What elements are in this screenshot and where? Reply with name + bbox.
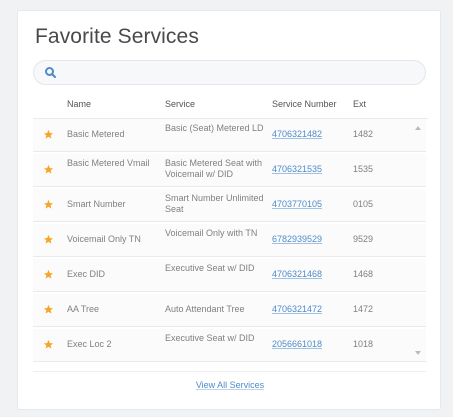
- service-name: AA Tree: [67, 304, 100, 314]
- widget-title: Favorite Services: [35, 25, 199, 48]
- service-name: Exec Loc 2: [67, 339, 112, 349]
- service-name: Voicemail Only TN: [67, 234, 141, 244]
- column-header-ext[interactable]: Ext: [353, 99, 366, 109]
- table-row[interactable]: Voicemail Only TN Voicemail Only with TN…: [33, 224, 426, 257]
- table-row[interactable]: Exec Loc 2 Executive Seat w/ DID 2056661…: [33, 329, 426, 362]
- service-ext: 1472: [353, 304, 374, 314]
- service-number-link[interactable]: 6782939529: [272, 234, 322, 244]
- table-row[interactable]: AA Tree Auto Attendant Tree 4706321472 1…: [33, 294, 426, 327]
- column-header-name[interactable]: Name: [67, 99, 91, 109]
- star-icon[interactable]: [43, 164, 54, 175]
- scroll-down-icon[interactable]: [415, 351, 421, 355]
- service-type: Executive Seat w/ DID: [165, 263, 255, 273]
- service-ext: 1535: [353, 164, 374, 174]
- search-icon[interactable]: [44, 66, 58, 80]
- service-ext: 1018: [353, 339, 374, 349]
- service-ext: 9529: [353, 234, 374, 244]
- service-ext: 1482: [353, 129, 374, 139]
- star-icon[interactable]: [43, 269, 54, 280]
- service-number-link[interactable]: 4706321468: [272, 269, 322, 279]
- service-ext: 0105: [353, 199, 374, 209]
- service-type: Smart Number Unlimited Seat: [165, 193, 264, 214]
- view-all-services-link[interactable]: View All Services: [18, 380, 442, 390]
- footer-divider: [33, 371, 426, 372]
- star-icon[interactable]: [43, 199, 54, 210]
- service-type: Voicemail Only with TN: [165, 228, 258, 238]
- star-icon[interactable]: [43, 129, 54, 140]
- table-row[interactable]: Basic Metered Basic (Seat) Metered LD 47…: [33, 119, 426, 152]
- service-type: Basic (Seat) Metered LD: [165, 123, 264, 133]
- table-row[interactable]: Smart Number Smart Number Unlimited Seat…: [33, 189, 426, 222]
- service-number-link[interactable]: 4706321482: [272, 129, 322, 139]
- service-name: Basic Metered Vmail: [67, 158, 150, 168]
- favorite-services-card: Favorite Services Name Service Service N…: [17, 10, 441, 410]
- table-row[interactable]: Basic Metered Vmail Basic Metered Seat w…: [33, 154, 426, 187]
- service-number-link[interactable]: 4706321472: [272, 304, 322, 314]
- scroll-up-icon[interactable]: [415, 126, 421, 130]
- services-table: Basic Metered Basic (Seat) Metered LD 47…: [33, 118, 428, 364]
- search-bar[interactable]: [33, 60, 426, 85]
- table-scrollbar[interactable]: [410, 118, 427, 363]
- search-input[interactable]: [64, 64, 418, 83]
- service-type: Auto Attendant Tree: [165, 304, 245, 314]
- service-name: Smart Number: [67, 199, 126, 209]
- service-type: Executive Seat w/ DID: [165, 333, 255, 343]
- table-row[interactable]: Exec DID Executive Seat w/ DID 470632146…: [33, 259, 426, 292]
- star-icon[interactable]: [43, 234, 54, 245]
- column-header-service[interactable]: Service: [165, 99, 195, 109]
- column-header-service-number[interactable]: Service Number: [272, 99, 337, 109]
- table-header: Name Service Service Number Ext: [18, 99, 440, 111]
- service-type: Basic Metered Seat with Voicemail w/ DID: [165, 158, 263, 179]
- service-name: Exec DID: [67, 269, 106, 279]
- service-number-link[interactable]: 2056661018: [272, 339, 322, 349]
- service-number-link[interactable]: 4703770105: [272, 199, 322, 209]
- star-icon[interactable]: [43, 304, 54, 315]
- service-name: Basic Metered: [67, 129, 125, 139]
- service-number-link[interactable]: 4706321535: [272, 164, 322, 174]
- service-ext: 1468: [353, 269, 374, 279]
- star-icon[interactable]: [43, 339, 54, 350]
